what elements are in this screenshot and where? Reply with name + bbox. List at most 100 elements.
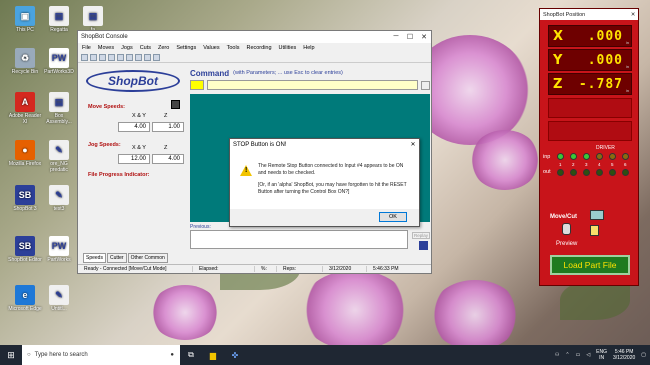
desktop-icon[interactable]: ✎ ore_NG predatic: [42, 140, 76, 173]
toolbar-icon[interactable]: [153, 54, 160, 61]
warning-icon: !: [240, 165, 252, 176]
desktop-icon[interactable]: A Adobe Reader XI: [8, 92, 42, 125]
maximize-icon[interactable]: ☐: [403, 33, 417, 41]
minimize-icon[interactable]: ─: [389, 33, 403, 41]
desktop-icon[interactable]: PW PartWorks: [42, 236, 76, 263]
start-icon[interactable]: ⊞: [0, 350, 22, 361]
shopbot-taskbar-icon[interactable]: ✜: [224, 351, 246, 360]
jog-xy-field[interactable]: 12.00: [118, 154, 150, 164]
task-view-icon[interactable]: ⧉: [180, 350, 202, 360]
desktop-icon[interactable]: ♻ Recycle Bin: [8, 48, 42, 75]
desktop-icon[interactable]: ✎ Untitl...: [42, 285, 76, 312]
desktop-icon-label: Untitl...: [51, 306, 67, 312]
move-z-field[interactable]: 1.00: [152, 122, 184, 132]
keypad-icon[interactable]: [421, 80, 430, 90]
axis-value: .000: [587, 53, 623, 68]
document-icon[interactable]: [590, 225, 599, 236]
menu-item-cuts[interactable]: Cuts: [140, 45, 151, 51]
command-prefix-box[interactable]: [190, 80, 204, 90]
desktop-icon[interactable]: ✎ test3: [42, 185, 76, 212]
menu-item-help[interactable]: Help: [303, 45, 314, 51]
menu-item-moves[interactable]: Moves: [98, 45, 114, 51]
toolbar-icon[interactable]: [117, 54, 124, 61]
tab-other-common[interactable]: Other Common: [127, 253, 168, 263]
desktop-icon-label: This PC: [16, 27, 34, 33]
desktop-icon[interactable]: ▣ This PC: [8, 6, 42, 33]
desktop-icon-label: Recycle Bin: [11, 69, 39, 75]
ok-button[interactable]: OK: [379, 212, 407, 222]
monitor-icon[interactable]: [590, 210, 604, 220]
jog-z-field[interactable]: 4.00: [152, 154, 184, 164]
desktop-icon-label: PartWorks: [47, 257, 71, 263]
menu-item-file[interactable]: File: [82, 45, 91, 51]
tab-speeds[interactable]: Speeds: [83, 253, 106, 263]
output-led: [622, 169, 629, 176]
close-icon[interactable]: ✕: [628, 12, 638, 18]
shopbot-position-window[interactable]: ShopBot Position ✕ X .000 in Y .000 in Z…: [539, 8, 639, 286]
command-input[interactable]: [207, 80, 418, 90]
menu-item-zero[interactable]: Zero: [158, 45, 169, 51]
desktop-icon[interactable]: SB ShopBot 3: [8, 185, 42, 212]
console-titlebar[interactable]: ShopBot Console ─ ☐ ✕: [78, 31, 431, 43]
output-led: [583, 169, 590, 176]
menu-item-tools[interactable]: Tools: [227, 45, 240, 51]
move-xy-field[interactable]: 4.00: [118, 122, 150, 132]
save-icon[interactable]: [419, 241, 428, 250]
desktop-icon[interactable]: ▤ Regatta: [42, 6, 76, 33]
microphone-icon[interactable]: ●: [170, 352, 174, 358]
dialog-message-2: [Or, if an 'alpha' ShopBot, you may have…: [258, 182, 407, 195]
search-box[interactable]: ○ Type here to search ●: [22, 345, 180, 365]
desktop-icon[interactable]: e Microsoft Edge: [8, 285, 42, 312]
menu-item-jogs[interactable]: Jogs: [121, 45, 133, 51]
toggle-switch-icon[interactable]: [562, 223, 571, 235]
menu-item-values[interactable]: Values: [203, 45, 219, 51]
desktop-icon[interactable]: ▤ Box Assembly...: [42, 92, 76, 125]
toolbar-icon[interactable]: [99, 54, 106, 61]
load-part-file-button[interactable]: Load Part File: [550, 255, 630, 275]
clock[interactable]: 5:46 PM 3/12/2020: [613, 349, 635, 361]
menu-item-utilities[interactable]: Utilities: [279, 45, 297, 51]
desktop-icon[interactable]: PW PartWorks3D: [42, 48, 76, 75]
speeds-pane: ShopBot Move Speeds: X & Y Z 4.00 1.00 J…: [80, 67, 186, 263]
menu-item-settings[interactable]: Settings: [176, 45, 196, 51]
input-led: [557, 153, 564, 160]
network-icon[interactable]: ▭: [576, 352, 581, 358]
desktop-icon[interactable]: SB ShopBot Editor: [8, 236, 42, 263]
desktop-icon-label: ShopBot Editor: [8, 257, 42, 263]
people-icon[interactable]: ⚇: [555, 352, 559, 358]
menu-item-recording[interactable]: Recording: [246, 45, 271, 51]
calculator-icon[interactable]: [171, 100, 180, 109]
toolbar-icon[interactable]: [144, 54, 151, 61]
desktop-icon-graphic: ▤: [49, 92, 69, 112]
desktop-icon-label: ore_NG predatic: [50, 161, 68, 173]
status-reps: Reps:: [277, 266, 323, 272]
stop-button-dialog[interactable]: STOP Button is ON! ✕ ! The Remote Stop B…: [229, 138, 420, 227]
desktop-icon[interactable]: ● Mozilla Firefox: [8, 140, 42, 167]
file-explorer-icon[interactable]: ▆: [202, 351, 224, 360]
desktop-icon-graphic: PW: [49, 236, 69, 256]
output-label: out: [543, 169, 551, 175]
toolbar-icon[interactable]: [81, 54, 88, 61]
axis-unit: in: [625, 40, 629, 45]
close-icon[interactable]: ✕: [417, 33, 431, 41]
desktop-icon[interactable]: ▤fa: [76, 6, 110, 33]
x-axis-readout: X .000 in: [548, 25, 632, 47]
toolbar-icon[interactable]: [135, 54, 142, 61]
chevron-up-icon[interactable]: ⌃: [565, 352, 569, 358]
desktop-icon-label: Adobe Reader XI: [8, 113, 42, 125]
volume-icon[interactable]: ◁: [586, 352, 590, 358]
close-icon[interactable]: ✕: [407, 141, 419, 148]
toolbar-icon[interactable]: [126, 54, 133, 61]
menubar: File Moves Jogs Cuts Zero Settings Values Tools…: [78, 43, 431, 53]
replay-button[interactable]: Replay: [412, 232, 430, 239]
move-speeds-label: Move Speeds:: [88, 104, 125, 110]
toolbar-icon[interactable]: [108, 54, 115, 61]
command-hint: (with Parameters; ... use Esc to clear e…: [233, 70, 343, 76]
toolbar-icon[interactable]: [90, 54, 97, 61]
output-led: [570, 169, 577, 176]
axis-unit: in: [625, 88, 629, 93]
notifications-icon[interactable]: ▢: [641, 352, 646, 358]
tab-cutter[interactable]: Cutter: [106, 253, 127, 263]
language-indicator[interactable]: ENG IN: [596, 349, 607, 361]
previous-commands-box[interactable]: [190, 230, 408, 249]
